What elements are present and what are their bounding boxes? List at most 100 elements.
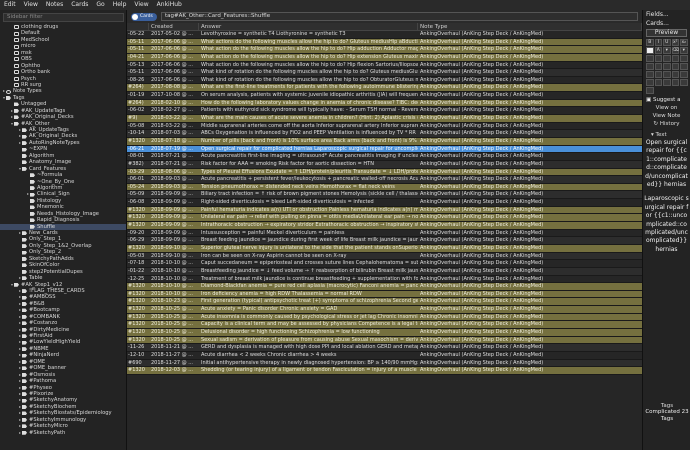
- sidebar-filter-input[interactable]: Sidebar filter: [3, 13, 124, 22]
- table-row[interactable]: -01-22 2018-10-10 @ ... Breastfeeding jaun…: [127, 267, 642, 276]
- column-header-answer[interactable]: Answer: [199, 23, 418, 30]
- format-button[interactable]: [663, 63, 671, 70]
- format-button[interactable]: [671, 71, 679, 78]
- table-row[interactable]: -01-19 2017-10-08 @ ... On serum analysis,…: [127, 92, 642, 100]
- format-button[interactable]: [671, 63, 679, 70]
- preview-button[interactable]: Preview: [646, 29, 687, 37]
- format-button[interactable]: [671, 79, 679, 86]
- format-button[interactable]: [663, 71, 671, 78]
- table-row[interactable]: -08-26 2017-06-06 @ ... What kind of rotat…: [127, 76, 642, 85]
- table-row[interactable]: #690 2018-11-27 @ ... Initial antihyperten…: [127, 359, 642, 368]
- collapse-chevron-icon[interactable]: ▾: [651, 132, 654, 138]
- table-row[interactable]: #1320 2018-10-25 @ ... Delusional disorder…: [127, 328, 642, 337]
- table-row[interactable]: #1320 2018-10-25 @ ... Sexual sadism = der…: [127, 336, 642, 345]
- table-row[interactable]: -05-24 2018-09-03 @ ... Tension pneumothor…: [127, 183, 642, 192]
- view-note-button[interactable]: View Note: [643, 112, 690, 120]
- format-button[interactable]: ⌫: [671, 47, 679, 54]
- table-row[interactable]: #1320 2018-10-25 @ ... Capacity is a clini…: [127, 321, 642, 329]
- expand-arrow-icon[interactable]: ▾: [18, 166, 22, 172]
- table-row[interactable]: -08-01 2018-07-21 @ ... Acute pancreatitis…: [127, 153, 642, 161]
- format-button[interactable]: [680, 71, 688, 78]
- column-header-sort[interactable]: [127, 23, 149, 30]
- table-row[interactable]: -05-08 2018-03-22 @ ... Middle suprarenal …: [127, 122, 642, 131]
- format-button[interactable]: [680, 63, 688, 70]
- cards-button[interactable]: Cards...: [643, 19, 690, 28]
- search-input[interactable]: tag#AK_Other::Card_Features::Shuffle: [161, 12, 638, 21]
- table-row[interactable]: -12-10 2018-11-27 @ ... Acute diarrhea < 2…: [127, 351, 642, 360]
- menu-item-0[interactable]: Edit: [4, 0, 16, 10]
- table-row[interactable]: #264) 2018-02-10 @ ... How do the followin…: [127, 99, 642, 108]
- format-button[interactable]: [646, 63, 654, 70]
- format-button[interactable]: x₂: [680, 39, 688, 46]
- table-row[interactable]: #382) 2018-07-21 @ ... Risk factor for AAA…: [127, 160, 642, 169]
- sidebar-tree-item[interactable]: ▸ #SketchyPath: [0, 430, 126, 436]
- table-row[interactable]: #1320 2018-10-25 @ ... Acute insomnia is c…: [127, 313, 642, 322]
- expand-arrow-icon[interactable]: ▸: [18, 140, 22, 146]
- table-row[interactable]: #1320 2018-10-25 @ ... Acute anxiety = Pan…: [127, 306, 642, 314]
- table-row[interactable]: -10-14 2018-07-03 @ ... ABCs Oxygenation i…: [127, 130, 642, 138]
- table-row[interactable]: -05-11 2017-06-06 @ ... What action do the…: [127, 46, 642, 54]
- table-row[interactable]: -05-09 2018-09-09 @ ... Biliary tract infe…: [127, 191, 642, 200]
- expand-arrow-icon[interactable]: ▾: [10, 282, 14, 288]
- menu-item-6[interactable]: View: [134, 0, 148, 10]
- format-button[interactable]: [646, 55, 654, 62]
- expand-arrow-icon[interactable]: ▸: [18, 230, 22, 236]
- table-row[interactable]: #1320 2018-09-09 @ ... Painful hematuria i…: [127, 206, 642, 215]
- format-button[interactable]: [671, 55, 679, 62]
- table-row[interactable]: -05-22 2017-05-02 @ ... Levothyroxine = sy…: [127, 31, 642, 39]
- format-button[interactable]: B: [646, 39, 654, 46]
- expand-arrow-icon[interactable]: ▸: [26, 191, 30, 197]
- menu-item-7[interactable]: AnkiHub: [157, 0, 182, 10]
- table-row[interactable]: #264) 2017-08-08 @ ... What are the first-…: [127, 84, 642, 93]
- table-row[interactable]: -04-21 2017-06-06 @ ... What action do the…: [127, 53, 642, 62]
- expand-arrow-icon[interactable]: ▾: [2, 95, 6, 101]
- table-row[interactable]: #1320 2018-10-23 @ ... First generation (t…: [127, 298, 642, 307]
- format-button[interactable]: [646, 79, 654, 86]
- format-button[interactable]: [654, 63, 662, 70]
- table-row[interactable]: -03-29 2018-08-06 @ ... Types of Pleural E…: [127, 168, 642, 177]
- table-row[interactable]: #1320 2018-07-18 @ ... Number of pills (ba…: [127, 137, 642, 146]
- format-button[interactable]: [680, 55, 688, 62]
- table-row[interactable]: #1320 2018-09-09 @ ... Intrathoracic obstr…: [127, 222, 642, 230]
- table-row[interactable]: -12-25 2018-10-10 @ ... Treatment of breas…: [127, 275, 642, 284]
- format-button[interactable]: U: [663, 39, 671, 46]
- suggest-change-button[interactable]: ▣ Suggest a: [643, 96, 690, 104]
- table-row[interactable]: #1320 2018-09-10 @ ... Superior gluteal ne…: [127, 244, 642, 253]
- menu-item-3[interactable]: Cards: [71, 0, 88, 10]
- table-row[interactable]: #1320 2018-10-10 @ ... Iron deficiency ane…: [127, 290, 642, 299]
- text-field-editor[interactable]: Open surgical repair for {{c1::complicat…: [643, 139, 690, 254]
- format-button[interactable]: [646, 87, 654, 94]
- format-button[interactable]: [654, 55, 662, 62]
- expand-arrow-icon[interactable]: ▾: [10, 121, 14, 127]
- format-button[interactable]: A: [654, 47, 662, 54]
- table-row[interactable]: #9) 2018-03-22 @ ... What are the main cau…: [127, 115, 642, 123]
- table-row[interactable]: #1320 2018-10-10 @ ... Diamond-Blackfan an…: [127, 283, 642, 291]
- format-button[interactable]: [646, 71, 654, 78]
- format-button[interactable]: ▾: [663, 47, 671, 54]
- table-row[interactable]: -07-18 2018-10-10 @ ... Caput succedaneum …: [127, 260, 642, 268]
- column-header-created[interactable]: Created: [149, 23, 199, 30]
- format-button[interactable]: [663, 55, 671, 62]
- format-button[interactable]: [680, 79, 688, 86]
- menu-item-2[interactable]: Notes: [46, 0, 63, 10]
- history-button[interactable]: ↻ History: [643, 120, 690, 128]
- table-row[interactable]: #1320 2018-09-09 @ ... Unilateral ear pain…: [127, 214, 642, 223]
- table-row[interactable]: -09-20 2018-09-09 @ ... Intussusception = …: [127, 229, 642, 238]
- table-row[interactable]: -06-29 2018-09-09 @ ... Breast feeding jau…: [127, 237, 642, 245]
- table-row[interactable]: -05-11 2017-06-06 @ ... What kind of rotat…: [127, 69, 642, 77]
- format-button[interactable]: [654, 71, 662, 78]
- cards-notes-toggle[interactable]: Cards: [131, 12, 157, 21]
- format-button[interactable]: [663, 79, 671, 86]
- format-button[interactable]: I: [654, 39, 662, 46]
- view-on-ankihub-button[interactable]: View on: [643, 104, 690, 112]
- format-button[interactable]: [654, 79, 662, 86]
- format-button[interactable]: [646, 47, 654, 54]
- format-button[interactable]: ▾: [680, 47, 688, 54]
- fields-button[interactable]: Fields...: [643, 10, 690, 19]
- table-row[interactable]: -05-11 2017-06-06 @ ... What actions do th…: [127, 38, 642, 47]
- table-row[interactable]: -06-21 2018-07-19 @ ... Open surgical repa…: [127, 145, 642, 154]
- table-row[interactable]: -06-02 2018-02-27 @ ... Patients with euth…: [127, 107, 642, 116]
- table-row[interactable]: -06-08 2018-09-09 @ ... Right-sided divert…: [127, 199, 642, 207]
- tags-editor[interactable]: Complicated 23 Tags: [643, 409, 690, 423]
- column-header-note-type[interactable]: Note Type: [418, 23, 642, 30]
